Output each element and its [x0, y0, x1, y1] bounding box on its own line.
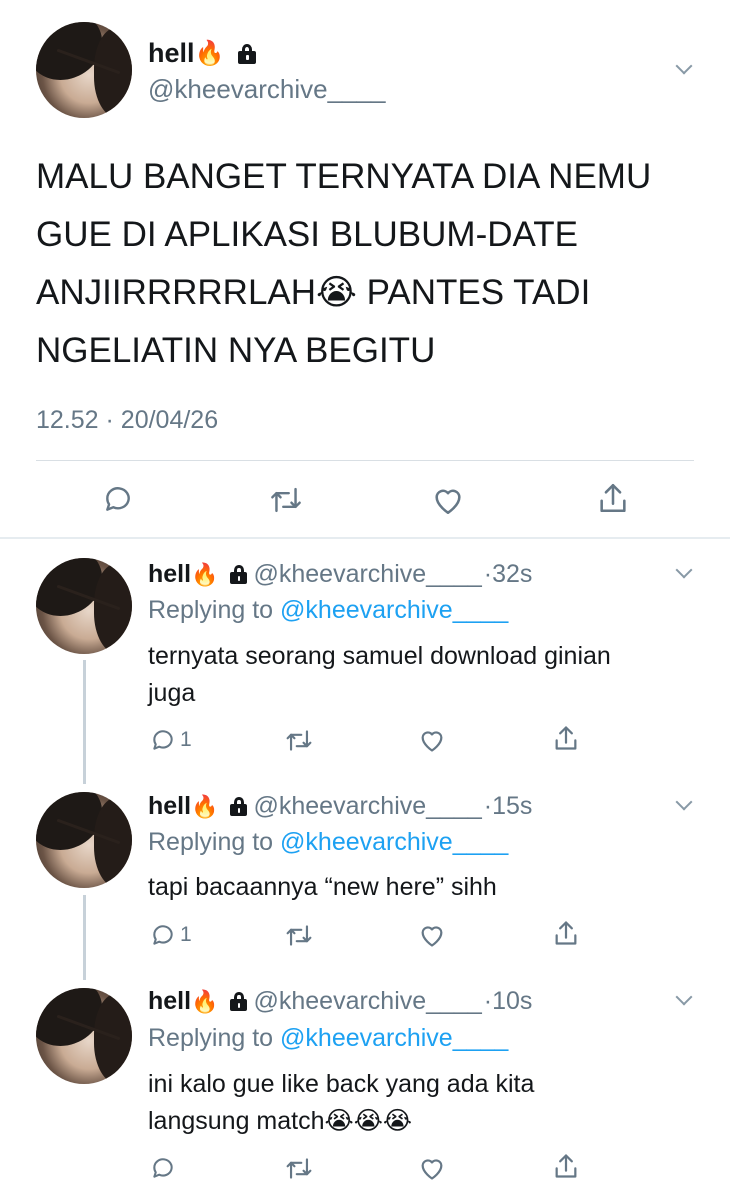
chevron-down-icon[interactable]: [677, 566, 691, 580]
heart-icon: [421, 1159, 443, 1180]
tweet-text-line: MALU BANGET TERNYATA DIA NEMU: [36, 157, 652, 196]
share-button[interactable]: [597, 481, 629, 515]
lock-icon: [230, 797, 248, 816]
reply-text-line: ternyata seorang samuel download ginian: [148, 642, 611, 670]
reply-text-line: ini kalo gue like back yang ada kita: [148, 1070, 535, 1098]
retweet-button[interactable]: [284, 923, 314, 948]
reply-header: hell 🔥 @kheevarchive____ ·32s: [148, 560, 532, 589]
reply-icon: [106, 487, 130, 511]
share-button[interactable]: [553, 724, 579, 752]
like-button[interactable]: [418, 1155, 446, 1181]
retweet-icon: [271, 487, 301, 513]
avatar[interactable]: [36, 988, 132, 1084]
reply-header: hell 🔥 @kheevarchive____ ·10s: [148, 987, 532, 1016]
divider: [36, 460, 694, 461]
retweet-button[interactable]: [268, 485, 304, 515]
like-button[interactable]: [431, 484, 465, 516]
heart-icon: [435, 489, 461, 515]
section-divider: [0, 537, 730, 539]
lock-icon: [230, 992, 248, 1011]
reply-button[interactable]: 1: [150, 727, 192, 753]
like-button[interactable]: [418, 727, 446, 753]
display-name[interactable]: hell: [148, 560, 191, 589]
display-name[interactable]: hell: [148, 987, 191, 1016]
handle-row: @kheevarchive____: [148, 74, 385, 105]
share-icon: [555, 726, 577, 750]
replying-to: Replying to @kheevarchive____: [148, 596, 508, 625]
reply-text-line: juga: [148, 679, 196, 707]
thread-line: [83, 895, 86, 980]
replying-prefix: Replying to: [148, 596, 274, 624]
replying-prefix: Replying to: [148, 828, 274, 856]
reply-count: 1: [180, 923, 192, 946]
meta-separator: ·: [105, 406, 114, 434]
fire-emoji: 🔥: [194, 40, 225, 67]
share-icon: [555, 1154, 577, 1178]
heart-icon: [421, 926, 443, 947]
replying-prefix: Replying to: [148, 1024, 274, 1052]
share-button[interactable]: [553, 919, 579, 947]
tweet-age[interactable]: ·15s: [484, 792, 533, 821]
author-handle[interactable]: @kheevarchive____: [253, 560, 481, 589]
author-handle[interactable]: @kheevarchive____: [253, 792, 481, 821]
reply-header: hell 🔥 @kheevarchive____ ·15s: [148, 792, 532, 821]
tweet-text-line: ANJIIRRRRRLAH😭 PANTES TADI: [36, 273, 591, 312]
retweet-button[interactable]: [284, 1156, 314, 1181]
share-icon: [555, 921, 577, 945]
author-handle[interactable]: @kheevarchive____: [253, 987, 481, 1016]
avatar[interactable]: [36, 558, 132, 654]
tweet-date: 20/04/26: [120, 406, 219, 434]
retweet-icon: [286, 925, 312, 946]
tweet-age[interactable]: ·32s: [484, 560, 533, 589]
retweet-icon: [286, 730, 312, 751]
tweet-age[interactable]: ·10s: [484, 987, 533, 1016]
reply-button[interactable]: 1: [150, 922, 192, 948]
replying-to: Replying to @kheevarchive____: [148, 828, 508, 857]
mention-link[interactable]: @kheevarchive____: [280, 1024, 508, 1052]
fire-emoji: 🔥: [191, 988, 219, 1014]
share-button[interactable]: [553, 1152, 579, 1180]
tweet-text-line: NGELIATIN NYA BEGITU: [36, 331, 436, 370]
reply-text: ternyata seorang samuel download ginian …: [148, 638, 688, 712]
chevron-down-icon[interactable]: [677, 62, 691, 76]
avatar[interactable]: [36, 22, 132, 118]
reply-count: 1: [180, 728, 192, 751]
display-name[interactable]: hell: [148, 38, 195, 69]
avatar[interactable]: [36, 792, 132, 888]
tweet-time: 12.52: [36, 406, 99, 434]
reply-text: tapi bacaannya “new here” sihh: [148, 869, 688, 906]
mention-link[interactable]: @kheevarchive____: [280, 596, 508, 624]
reply-text-line: tapi bacaannya “new here” sihh: [148, 873, 497, 901]
thread-line: [83, 660, 86, 784]
tweet-timestamp[interactable]: 12.52 · 20/04/26: [36, 406, 218, 435]
reply-text-line: langsung match😭😭😭: [148, 1107, 413, 1135]
reply-icon: [153, 1158, 173, 1178]
like-button[interactable]: [418, 922, 446, 948]
author-name-row: hell 🔥: [148, 38, 257, 69]
mention-link[interactable]: @kheevarchive____: [280, 828, 508, 856]
retweet-button[interactable]: [284, 728, 314, 753]
tweet-text-line: GUE DI APLIKASI BLUBUM-DATE: [36, 215, 578, 254]
share-icon: [600, 483, 626, 513]
lock-icon: [238, 43, 257, 64]
heart-icon: [421, 731, 443, 752]
fire-emoji: 🔥: [191, 561, 219, 587]
reply-button[interactable]: [102, 483, 134, 515]
display-name[interactable]: hell: [148, 792, 191, 821]
reply-text: ini kalo gue like back yang ada kita lan…: [148, 1066, 688, 1140]
reply-icon: [153, 925, 173, 945]
reply-button[interactable]: [150, 1155, 180, 1181]
fire-emoji: 🔥: [191, 793, 219, 819]
chevron-down-icon[interactable]: [677, 993, 691, 1007]
author-handle[interactable]: @kheevarchive____: [148, 74, 385, 105]
retweet-icon: [286, 1158, 312, 1179]
lock-icon: [230, 565, 248, 584]
tweet-text: MALU BANGET TERNYATA DIA NEMU GUE DI APL…: [36, 148, 706, 380]
reply-icon: [153, 730, 173, 750]
replying-to: Replying to @kheevarchive____: [148, 1024, 508, 1053]
chevron-down-icon[interactable]: [677, 798, 691, 812]
